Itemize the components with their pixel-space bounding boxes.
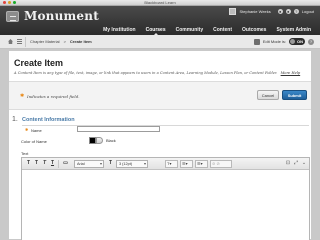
toolbar-divider <box>58 160 59 168</box>
required-note: Indicates a required field. <box>27 94 80 99</box>
more-help-link[interactable]: More Help <box>281 71 301 75</box>
color-of-name-label: Color of Name <box>21 139 47 144</box>
text-label: Text <box>21 151 29 156</box>
section-number: 1. <box>12 116 18 123</box>
brand-name: Monument <box>24 9 99 23</box>
section-divider <box>22 125 309 126</box>
editor-tools-right: ⊡ ⤢ ⌄ <box>285 160 307 167</box>
page-help-icon[interactable]: ? <box>308 38 314 45</box>
name-required-icon: ✱ <box>25 127 29 132</box>
page-title: Create Item <box>14 58 64 68</box>
chevron-down-icon <box>144 163 146 165</box>
font-size-select[interactable]: 3 (12pt) <box>116 160 148 168</box>
required-asterisk-icon: ✱ <box>20 93 25 99</box>
color-picker-button[interactable] <box>96 137 103 144</box>
toggle-knob <box>290 39 295 44</box>
bold-icon[interactable]: T <box>33 160 40 167</box>
help-icon[interactable]: ? <box>293 9 299 14</box>
edit-mode-toggle[interactable]: ON <box>289 38 305 45</box>
tab-community[interactable]: Community <box>171 25 209 35</box>
edit-mode-area: Edit Mode is: ON ? <box>253 38 314 45</box>
home-icon[interactable] <box>8 39 13 44</box>
name-input[interactable] <box>77 126 160 132</box>
cancel-button[interactable]: Cancel <box>257 90 279 100</box>
section-title: Content Information <box>22 117 75 123</box>
font-family-value: Arial <box>77 162 85 166</box>
italic-icon[interactable]: T <box>41 160 48 167</box>
text-color-select[interactable]: T▾ <box>165 160 178 168</box>
page-description: A Content Item is any type of file, text… <box>14 71 308 75</box>
form-actions-bar: ✱ Indicates a required field. Cancel Sub… <box>9 82 311 110</box>
font-size-icon[interactable]: T <box>107 160 114 167</box>
breadcrumb: Chapter Material > Create Item <box>30 39 92 44</box>
tab-my-institution[interactable]: My Institution <box>98 25 141 35</box>
tab-outcomes[interactable]: Outcomes <box>237 25 271 35</box>
link-tools[interactable]: ⊘ ⊘ <box>210 160 232 168</box>
edit-mode-label: Edit Mode is: <box>262 39 286 44</box>
breadcrumb-bar: Chapter Material > Create Item Edit Mode… <box>0 35 320 49</box>
breadcrumb-current: Create Item <box>69 39 92 44</box>
user-name[interactable]: Stephanie Weeks <box>239 9 270 14</box>
brand-logo-icon <box>6 11 19 22</box>
fullscreen-icon[interactable]: ⤢ <box>293 160 299 167</box>
notifications-icon[interactable]: ● <box>285 9 291 14</box>
tab-content[interactable]: Content <box>208 25 237 35</box>
text-editor[interactable]: T T T T ▭ Arial T 3 (12pt) T▾ ☰▾ ☰▾ ⊘ ⊘ <box>21 157 310 240</box>
html-view-icon[interactable]: ⊡ <box>285 160 291 167</box>
chevron-down-icon[interactable]: ⌄ <box>301 160 307 167</box>
browser-window: Blackboard Learn Monument Stephanie Week… <box>0 0 320 240</box>
paragraph-style-icon[interactable]: ▭ <box>62 160 69 167</box>
user-area: Stephanie Weeks ● ● ? Logout <box>229 8 314 15</box>
menu-toggle-icon[interactable] <box>17 39 22 44</box>
breadcrumb-item-chapter-material[interactable]: Chapter Material <box>30 39 60 44</box>
edit-mode-icon <box>253 38 260 45</box>
text-format-icon[interactable]: T <box>25 160 32 167</box>
underline-icon[interactable]: T <box>49 160 56 167</box>
font-size-value: 3 (12pt) <box>119 162 133 166</box>
content-panel: Create Item A Content Item is any type o… <box>8 50 312 240</box>
font-family-select[interactable]: Arial <box>74 160 104 168</box>
breadcrumb-separator: > <box>63 39 66 44</box>
chevron-down-icon <box>100 163 102 165</box>
logout-link[interactable]: Logout <box>302 9 314 14</box>
color-swatch[interactable] <box>89 137 96 144</box>
app-header: Monument Stephanie Weeks ● ● ? Logout My… <box>0 6 320 36</box>
tab-system-admin[interactable]: System Admin <box>271 25 316 35</box>
tab-courses[interactable]: Courses <box>141 25 171 36</box>
color-value: Black <box>106 138 116 143</box>
user-icon[interactable]: ● <box>277 9 283 14</box>
submit-button[interactable]: Submit <box>282 90 307 100</box>
editor-toolbar: T T T T ▭ Arial T 3 (12pt) T▾ ☰▾ ☰▾ ⊘ ⊘ <box>22 158 309 170</box>
avatar[interactable] <box>229 8 237 15</box>
alignment-select[interactable]: ☰▾ <box>195 160 208 168</box>
page-description-text: A Content Item is any type of file, text… <box>14 71 278 75</box>
divider <box>25 37 26 47</box>
list-format-select[interactable]: ☰▾ <box>180 160 193 168</box>
name-label: Name <box>31 128 42 133</box>
edit-mode-value: ON <box>297 39 303 44</box>
main-nav: My Institution Courses Community Content… <box>98 25 316 36</box>
